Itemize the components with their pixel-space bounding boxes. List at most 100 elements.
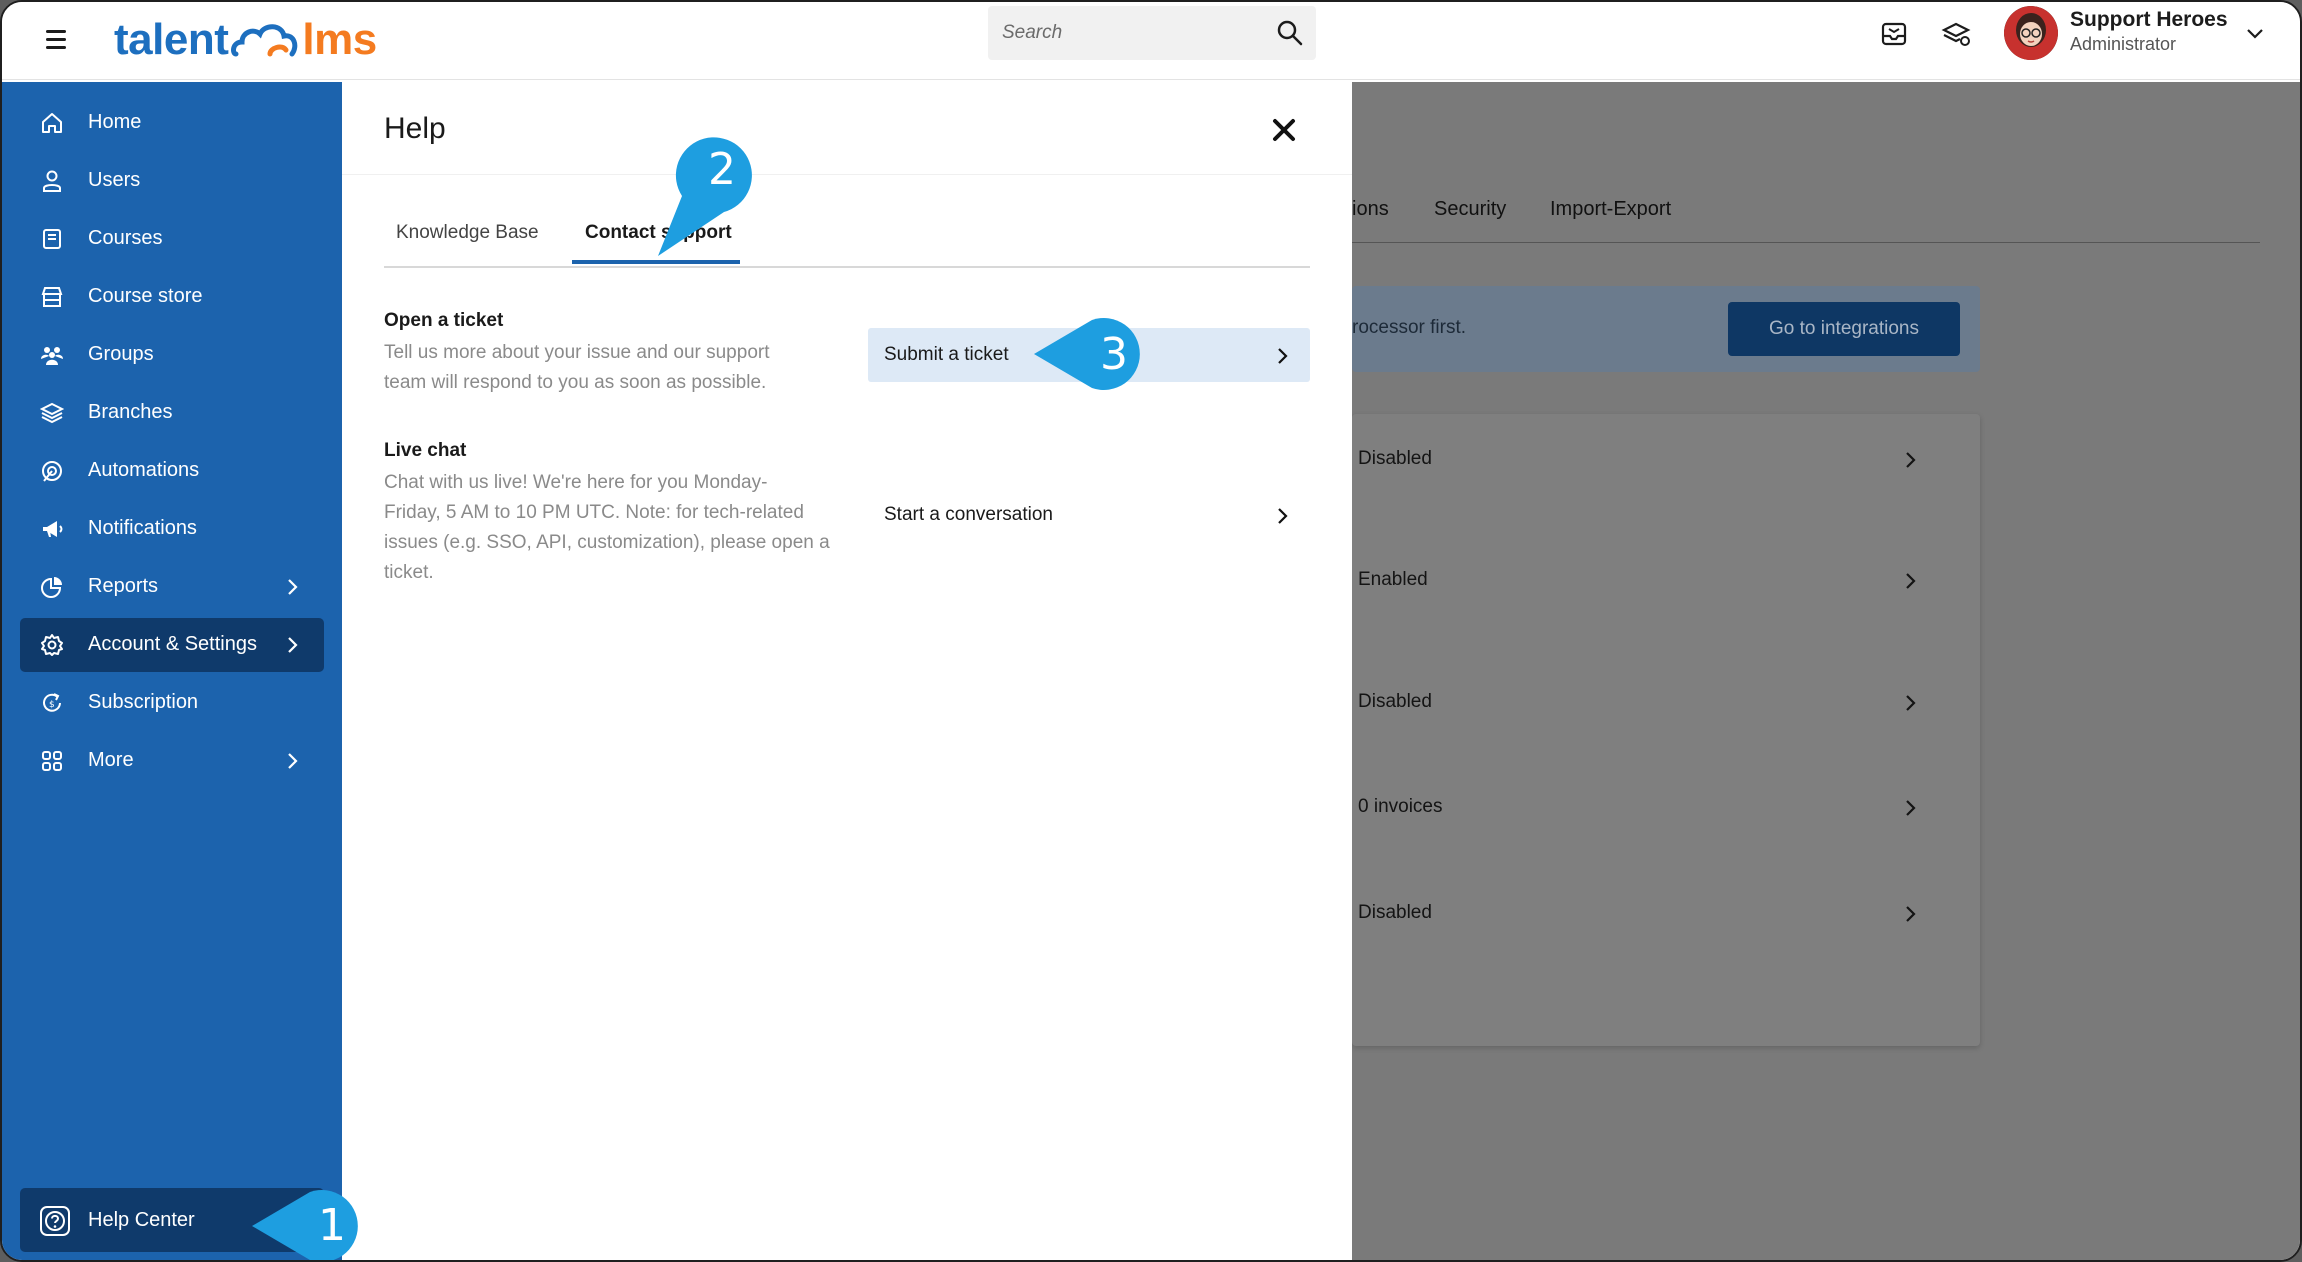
chevron-right-icon xyxy=(1906,800,1916,816)
user-name: Support Heroes xyxy=(2070,8,2228,31)
chevron-right-icon xyxy=(1906,906,1916,922)
megaphone-icon xyxy=(43,521,63,537)
section-desc-live-chat: Chat with us live! We're here for you Mo… xyxy=(384,472,830,583)
sidebar-item-label: Home xyxy=(88,111,142,133)
tab-bar-divider xyxy=(384,266,1310,268)
sidebar-item-reports[interactable]: Reports xyxy=(20,560,324,614)
user-role: Administrator xyxy=(2070,34,2177,54)
chevron-right-icon xyxy=(288,637,298,653)
callout-marker-3: 3 xyxy=(1034,318,1140,390)
inbox-icon[interactable] xyxy=(1878,18,1910,50)
bg-row: Disabled xyxy=(1352,440,1980,480)
sidebar-item-subscription[interactable]: $ Subscription xyxy=(20,676,324,730)
chevron-right-icon xyxy=(1906,573,1916,589)
bg-settings-card: Disabled Enabled Disabled 0 invoices Dis… xyxy=(1352,414,1980,1046)
background-page-overlay: ions Security Import-Export rocessor fir… xyxy=(1352,82,2300,1260)
app-window: talent lms Search Support Heroes Adminis… xyxy=(0,0,2302,1262)
sidebar-item-label: Users xyxy=(88,169,141,191)
help-center-label: Help Center xyxy=(88,1209,195,1231)
panel-header-divider xyxy=(342,174,1352,175)
callout-number-2: 2 xyxy=(708,144,736,195)
search-input[interactable] xyxy=(1002,6,1262,60)
question-circle-icon xyxy=(40,1206,70,1236)
start-conversation-label: Start a conversation xyxy=(884,504,1053,525)
bg-tab-security: Security xyxy=(1434,198,1507,220)
sidebar-item-branches[interactable]: Branches xyxy=(20,386,324,440)
close-icon[interactable] xyxy=(1266,112,1302,148)
avatar xyxy=(2004,6,2058,60)
callout-marker-2: 2 xyxy=(658,137,752,256)
logo-text-lms: lms xyxy=(302,15,377,64)
chevron-right-icon xyxy=(1278,348,1288,364)
subscription-icon: $ xyxy=(43,693,61,712)
book-icon xyxy=(43,229,61,249)
sidebar-item-label: Reports xyxy=(88,575,159,597)
sidebar: Home Users Courses Course store Groups B… xyxy=(2,82,342,1260)
chevron-right-icon xyxy=(288,753,298,769)
search-icon[interactable] xyxy=(1276,19,1304,47)
bg-row: Enabled xyxy=(1352,561,1980,601)
tab-knowledge-base[interactable]: Knowledge Base xyxy=(396,222,539,244)
logo-cloud-icon xyxy=(231,24,298,57)
home-icon xyxy=(42,113,62,133)
sidebar-item-label: Notifications xyxy=(88,517,197,539)
sidebar-item-notifications[interactable]: Notifications xyxy=(20,502,324,556)
bg-row: Disabled xyxy=(1352,683,1980,723)
sidebar-item-home[interactable]: Home xyxy=(20,96,324,150)
svg-text:$: $ xyxy=(49,700,55,710)
go-to-integrations-button: Go to integrations xyxy=(1728,302,1960,356)
callout-marker-1: 1 xyxy=(252,1190,358,1260)
chevron-right-icon xyxy=(1278,508,1288,524)
sidebar-item-label: Subscription xyxy=(88,691,199,713)
sidebar-item-label: Branches xyxy=(88,401,173,423)
start-conversation-button[interactable]: Start a conversation xyxy=(868,488,1310,542)
pie-chart-icon xyxy=(41,577,62,598)
gear-icon xyxy=(41,634,63,656)
callout-number-1: 1 xyxy=(318,1200,346,1251)
bg-tab-divider xyxy=(1352,242,2260,243)
bg-banner-text: rocessor first. xyxy=(1352,317,1467,338)
bg-row: 0 invoices xyxy=(1352,788,1980,828)
bg-tab-import-export: Import-Export xyxy=(1550,198,1672,220)
chevron-right-icon xyxy=(1906,695,1916,711)
bg-tab-integrations: ions xyxy=(1352,198,1389,220)
callout-number-3: 3 xyxy=(1100,329,1128,380)
sidebar-item-courses[interactable]: Courses xyxy=(20,212,324,266)
sidebar-item-groups[interactable]: Groups xyxy=(20,328,324,382)
sidebar-item-more[interactable]: More xyxy=(20,734,324,788)
top-bar: talent lms Search Support Heroes Adminis… xyxy=(2,2,2300,80)
active-tab-indicator xyxy=(572,260,740,264)
sidebar-item-label: Automations xyxy=(88,459,200,481)
section-desc-open-ticket: Tell us more about your issue and our su… xyxy=(384,342,770,393)
layers-icon xyxy=(40,402,64,424)
hamburger-menu-icon[interactable] xyxy=(40,22,76,58)
groups-icon xyxy=(41,347,63,365)
sidebar-item-users[interactable]: Users xyxy=(20,154,324,208)
section-title-open-ticket: Open a ticket xyxy=(384,310,504,331)
logo-text-talent: talent xyxy=(114,15,229,64)
store-icon xyxy=(41,287,63,307)
sidebar-item-label: Courses xyxy=(88,227,163,249)
sidebar-item-label: More xyxy=(88,749,134,771)
user-icon xyxy=(43,170,61,192)
submit-ticket-label: Submit a ticket xyxy=(884,344,1009,365)
bg-info-banner: rocessor first. Go to integrations xyxy=(1352,286,1980,372)
sidebar-item-automations[interactable]: Automations xyxy=(20,444,324,498)
sidebar-item-label: Course store xyxy=(88,285,203,307)
search-box[interactable] xyxy=(988,6,1316,60)
sidebar-item-account-settings[interactable]: Account & Settings xyxy=(20,618,324,672)
user-menu[interactable]: Support Heroes Administrator xyxy=(2004,6,2294,64)
chevron-right-icon xyxy=(288,579,298,595)
chevron-right-icon xyxy=(1906,452,1916,468)
grid-icon xyxy=(42,751,62,771)
bg-row: Disabled xyxy=(1352,894,1980,934)
chevron-down-icon[interactable] xyxy=(2244,22,2266,44)
sidebar-item-label: Groups xyxy=(88,343,154,365)
layers-switch-icon[interactable] xyxy=(1940,18,1972,50)
help-panel-title: Help xyxy=(384,112,446,145)
talentlms-logo[interactable]: talent lms xyxy=(114,10,377,70)
automation-icon xyxy=(42,461,62,482)
sidebar-item-label: Account & Settings xyxy=(88,633,257,655)
section-title-live-chat: Live chat xyxy=(384,440,467,461)
sidebar-item-course-store[interactable]: Course store xyxy=(20,270,324,324)
